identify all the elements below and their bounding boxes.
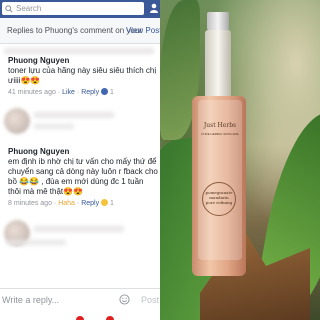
like-reaction-icon xyxy=(101,88,109,95)
reply-input[interactable]: Write a reply... xyxy=(2,295,59,305)
search-icon xyxy=(5,4,13,13)
comment-meta: 41 minutes ago · Like · Reply 1 xyxy=(8,88,114,96)
avatar xyxy=(4,108,30,134)
product-name-line: pore refining xyxy=(205,200,233,205)
search-placeholder: Search xyxy=(16,4,42,13)
brand-subtitle: PURE HERBAL SKINCARE xyxy=(201,132,239,136)
commenter-name[interactable]: Phuong Nguyen xyxy=(8,147,69,156)
view-post-link[interactable]: View Post xyxy=(126,26,160,35)
screen: Search Replies to Phuong's comment on yo… xyxy=(0,0,320,320)
bottle-cap xyxy=(207,12,229,30)
blurred-content xyxy=(34,226,124,232)
person-icon[interactable] xyxy=(149,3,159,14)
facebook-panel: Search Replies to Phuong's comment on yo… xyxy=(0,0,160,320)
product-name: pomegranate mandarin pore refining xyxy=(200,190,238,205)
notification-badge xyxy=(106,316,114,320)
comment-item: Phuong Nguyen toner lựu của hãng này siê… xyxy=(0,52,160,102)
comment-item: Phuong Nguyen em định ib nhờ chị tư vấn … xyxy=(0,143,160,213)
comment-time: 8 minutes ago xyxy=(8,200,52,207)
comment-meta: 8 minutes ago · Haha · Reply 1 xyxy=(8,199,114,207)
commenter-name[interactable]: Phuong Nguyen xyxy=(8,56,69,65)
replies-title: Replies to Phuong's comment on your xyxy=(7,26,142,35)
haha-link[interactable]: Haha xyxy=(58,200,75,207)
search-input[interactable]: Search xyxy=(2,2,144,15)
reply-link[interactable]: Reply xyxy=(81,200,99,207)
reply-composer: Write a reply... Post xyxy=(0,288,160,310)
notification-badge xyxy=(76,316,84,320)
comment-text: em định ib nhờ chị tư vấn cho mấy thứ để… xyxy=(8,157,158,196)
emoji-icon[interactable] xyxy=(119,294,130,305)
bottom-tab-bar xyxy=(0,310,160,320)
post-button[interactable]: Post xyxy=(141,295,159,305)
blurred-content xyxy=(6,240,66,245)
product-photo: Just Herbs PURE HERBAL SKINCARE pomegran… xyxy=(160,0,320,320)
top-bar: Search xyxy=(0,0,160,18)
bottle-pump xyxy=(205,30,231,100)
reaction-count: 1 xyxy=(110,200,114,207)
haha-reaction-icon xyxy=(101,199,109,206)
reply-link[interactable]: Reply xyxy=(81,89,99,96)
like-link[interactable]: Like xyxy=(62,89,75,96)
reaction-count: 1 xyxy=(110,89,114,96)
brand-name: Just Herbs xyxy=(203,122,237,129)
comment-text: toner lựu của hãng này siêu siêu thích c… xyxy=(8,66,157,85)
blurred-content xyxy=(34,124,74,129)
comment-time: 41 minutes ago xyxy=(8,89,56,96)
replies-header: Replies to Phuong's comment on your View… xyxy=(0,18,160,44)
blurred-content xyxy=(34,112,114,118)
